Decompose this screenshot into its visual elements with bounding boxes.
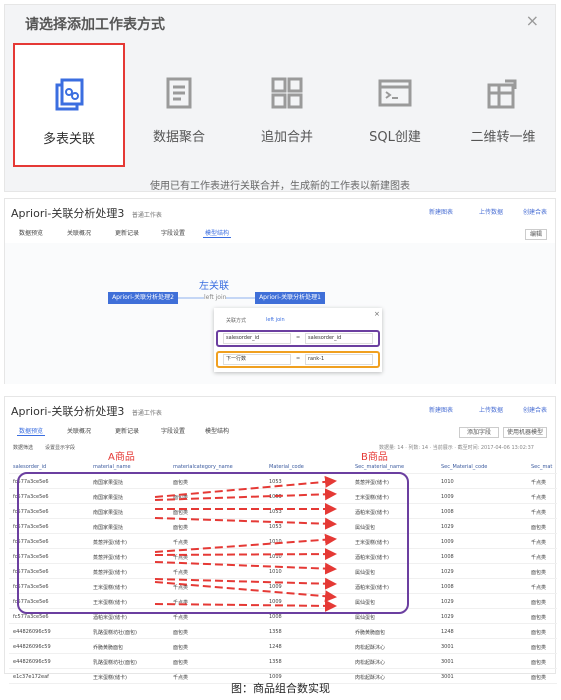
tab-join-overview[interactable]: 关联概况 [67, 228, 91, 237]
model-structure-panel: Apriori-关联分析处理3 普通工作表 新建图表 上传数据 创建合表 数据预… [4, 198, 556, 384]
tab-field-settings[interactable]: 字段设置 [161, 228, 185, 237]
tab-data-preview[interactable]: 数据预览 [19, 228, 43, 237]
option-sql-create[interactable]: SQL创建 [341, 43, 449, 167]
join-mode-value[interactable]: left join [266, 317, 285, 323]
link-sheets-icon [55, 78, 84, 111]
option-append-merge[interactable]: 追加合并 [233, 43, 341, 167]
pivot-icon [487, 79, 517, 109]
option-data-aggregation[interactable]: 数据聚合 [125, 43, 233, 167]
data-preview-panel: Apriori-关联分析处理3 普通工作表 新建图表 上传数据 创建合表 数据预… [4, 396, 557, 684]
dialog-hint: 使用已有工作表进行关联合并，生成新的工作表以新建图表 [150, 181, 410, 192]
join-mode-label: 关联方式 [226, 318, 247, 324]
tab-update-log[interactable]: 更新记录 [115, 228, 139, 237]
join-type-label: 左关联 [199, 281, 229, 292]
add-sheet-dialog: 请选择添加工作表方式 × 多表关联 数据聚合 追加合并 SQL创建 二维转一维 … [4, 4, 556, 192]
sheet-type: 普通工作表 [131, 212, 162, 219]
append-merge-icon [271, 77, 303, 109]
tab-model-structure[interactable]: 模型结构 [205, 228, 229, 237]
option-label: 追加合并 [260, 130, 313, 145]
sql-terminal-icon [378, 79, 412, 107]
option-label: 数据聚合 [152, 130, 205, 145]
aggregate-icon [166, 77, 192, 109]
upload-data-button[interactable]: 上传数据 [479, 207, 503, 216]
right-table-node[interactable]: Apriori-关联分析处理1 [255, 292, 325, 304]
dialog-title: 请选择添加工作表方式 [25, 17, 165, 33]
close-icon[interactable]: × [526, 11, 539, 30]
figure-caption: 图：商品组合数实现 [231, 682, 330, 695]
join-type-sub: left join [204, 294, 227, 301]
association-arrows [154, 475, 337, 612]
create-merge-button[interactable]: 创建合表 [523, 207, 547, 216]
key-highlight-box [216, 330, 380, 347]
page-title: Apriori-关联分析处理3 普通工作表 [11, 205, 162, 221]
option-pivot-2d-to-1d[interactable]: 二维转一维 [449, 43, 557, 167]
active-tab-indicator [203, 237, 231, 238]
option-label: 二维转一维 [470, 130, 536, 145]
option-label: SQL创建 [369, 130, 421, 145]
tab-bar: 数据预览 关联概况 更新记录 字段设置 模型结构 [5, 225, 555, 239]
rank-highlight-box [216, 351, 380, 368]
new-chart-button[interactable]: 新建图表 [429, 207, 453, 216]
close-icon[interactable]: × [374, 310, 380, 318]
left-table-node[interactable]: Apriori-关联分析处理2 [108, 292, 178, 304]
sheet-title: Apriori-关联分析处理3 [11, 207, 125, 220]
option-multi-table-join[interactable]: 多表关联 [13, 43, 125, 167]
option-label: 多表关联 [42, 132, 95, 147]
edit-button[interactable]: 编辑 [525, 229, 547, 240]
